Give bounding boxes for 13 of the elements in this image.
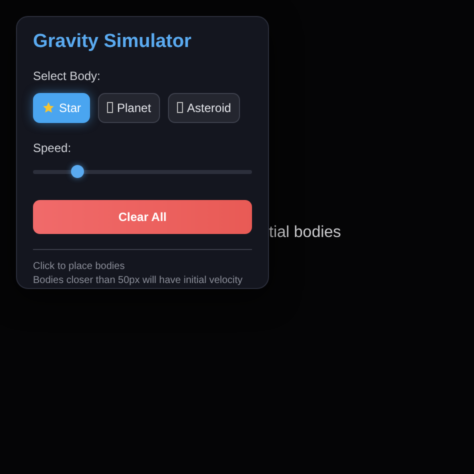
hint-text: Bodies closer than 50px will have initial velocity [33, 274, 244, 288]
missing-glyph-icon [107, 102, 114, 114]
select-label: Select Body: [33, 68, 100, 85]
hint-text: Click to place bodies [33, 260, 126, 274]
panel-title: Gravity Simulator [33, 31, 192, 54]
speed-slider[interactable] [33, 164, 252, 179]
missing-glyph-icon [177, 102, 184, 114]
body-button[interactable]: Planet [98, 92, 160, 123]
canvas-text: tial bodies [269, 223, 342, 243]
body-button[interactable]: Asteroid [168, 92, 240, 123]
speed-label: Speed: [33, 140, 72, 157]
star-icon [42, 101, 55, 114]
slider-thumb[interactable] [70, 164, 84, 178]
